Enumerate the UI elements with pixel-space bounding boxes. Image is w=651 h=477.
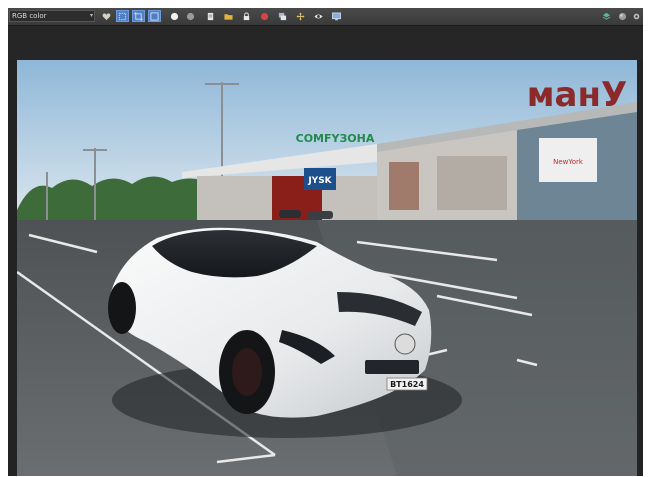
crop-icon [134,11,143,21]
move-button[interactable] [294,10,307,22]
layers-button[interactable] [600,10,613,22]
mall-sign: манУ [527,75,627,115]
folder-icon [224,12,233,21]
image-stack-icon [278,12,287,21]
settings-icon [632,12,641,21]
gray-circle-icon [186,12,195,21]
eye-icon [314,12,323,21]
move-icon [296,11,305,21]
heart-button[interactable] [100,10,113,22]
sphere-button[interactable] [616,10,629,22]
white-circle-button[interactable] [168,10,181,22]
render-viewport: JYSK COMFYЗОНА NewYork манУ BT1624 [17,60,637,476]
render-window: RGB color ▾ JYSK COMFYЗОНА NewYork манУ … [8,8,643,476]
frame-icon [150,11,159,21]
red-circle-button[interactable] [258,10,271,22]
rendered-image: JYSK COMFYЗОНА NewYork манУ BT1624 [17,60,637,476]
frame-button[interactable] [148,10,161,22]
monitor-icon [332,12,341,21]
white-circle-icon [170,12,179,21]
channel-select-value: RGB color [12,12,47,20]
settings-button[interactable] [630,10,643,22]
render-toolbar: RGB color ▾ [8,8,643,26]
eye-button[interactable] [312,10,325,22]
lock-icon [242,11,251,21]
heart-icon [102,12,111,21]
folder-button[interactable] [222,10,235,22]
channel-select[interactable]: RGB color ▾ [9,10,95,22]
red-circle-icon [260,12,269,21]
crop-button[interactable] [132,10,145,22]
store-sign: COMFYЗОНА [296,132,375,145]
region-select-button[interactable] [116,10,129,22]
gray-circle-button[interactable] [184,10,197,22]
monitor-button[interactable] [330,10,343,22]
render-subbar [8,26,643,60]
chevron-down-icon: ▾ [89,12,93,19]
region-select-icon [118,12,127,21]
lock-button[interactable] [240,10,253,22]
license-plate: BT1624 [390,380,424,389]
image-stack-button[interactable] [276,10,289,22]
svg-text:NewYork: NewYork [553,158,584,166]
document-button[interactable] [204,10,217,22]
document-icon [206,12,215,21]
sphere-icon [618,12,627,21]
layers-icon [602,12,611,21]
jysk-sign: JYSK [307,176,332,186]
